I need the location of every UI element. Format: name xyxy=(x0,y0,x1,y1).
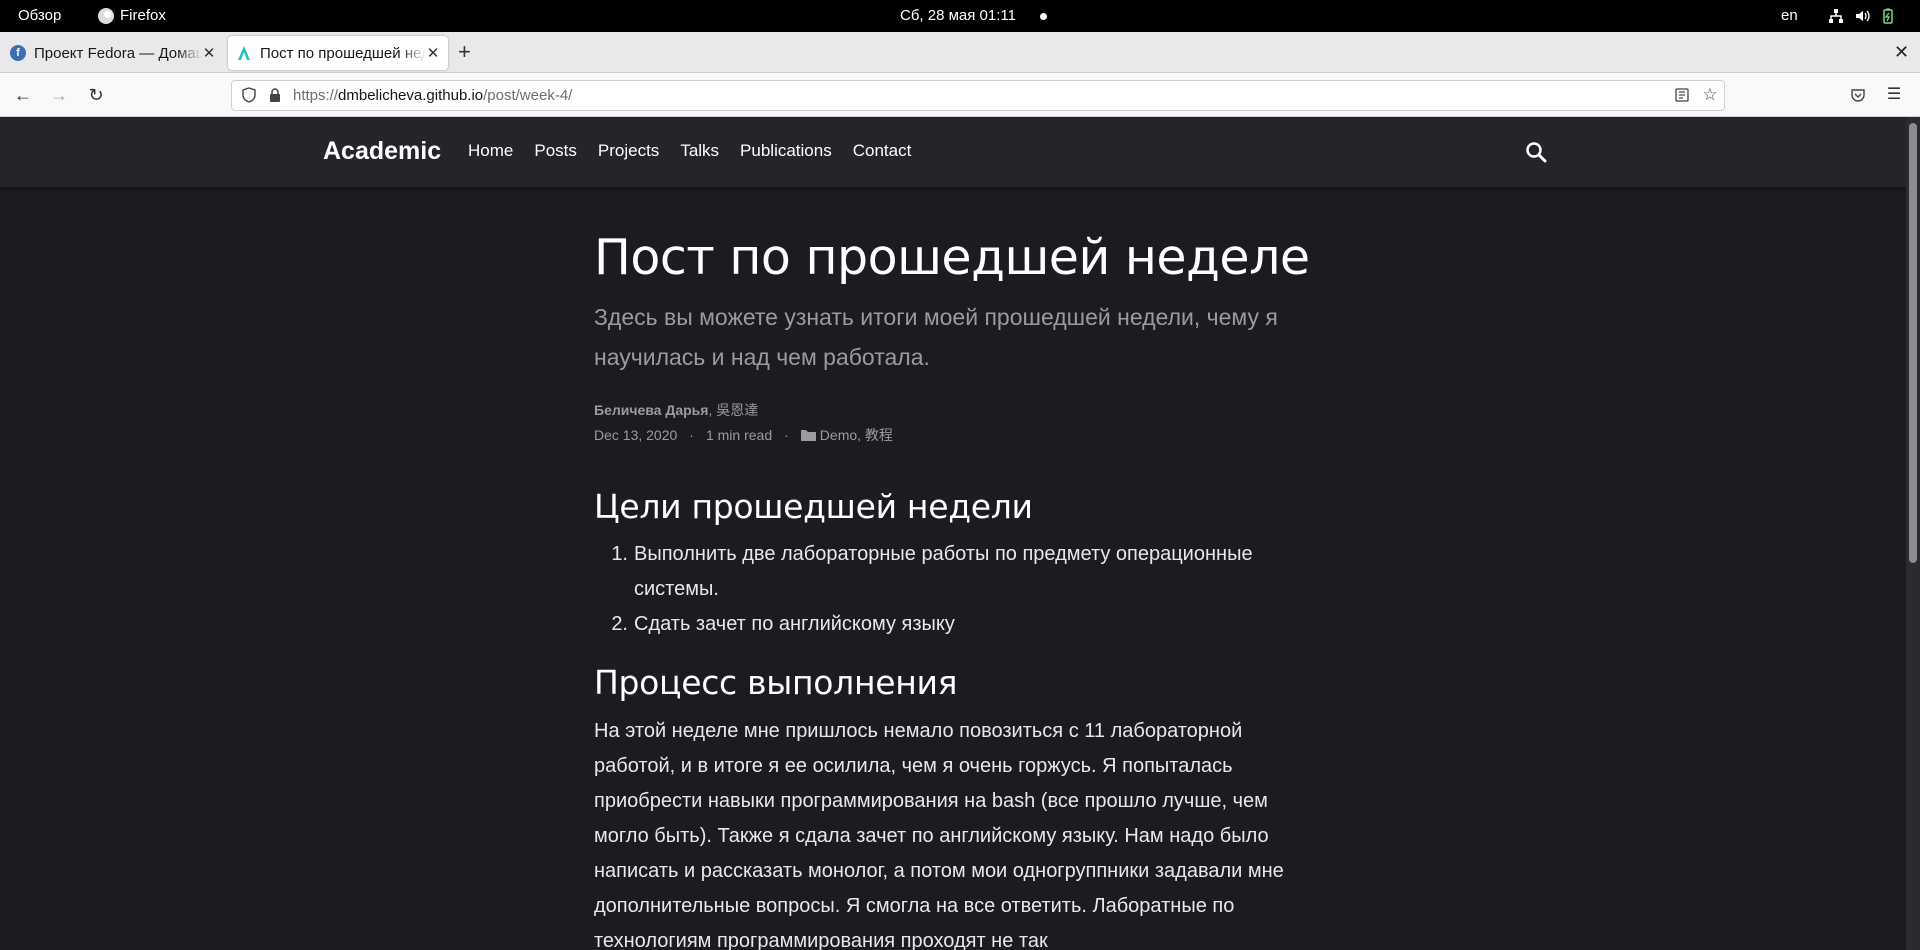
shield-icon[interactable] xyxy=(241,87,257,103)
web-page: Academic Home Posts Projects Talks Publi… xyxy=(0,117,1906,950)
site-brand[interactable]: Academic xyxy=(323,137,441,166)
author-others: , 吳恩達 xyxy=(708,402,759,418)
close-window-icon[interactable]: ✕ xyxy=(1894,42,1909,63)
bookmark-star-icon[interactable]: ☆ xyxy=(1702,86,1718,103)
list-text: Сдать зачет по английскому языку xyxy=(634,613,955,635)
list-number: 1. xyxy=(611,543,628,565)
back-arrow-icon[interactable]: ← xyxy=(11,83,35,107)
section-heading-process: Процесс выполнения xyxy=(594,663,958,702)
tab-title: Пост по прошедшей неделе xyxy=(260,44,426,62)
article-subtitle: Здесь вы можете узнать итоги моей прошед… xyxy=(594,304,1278,370)
section-heading-goals: Цели прошедшей недели xyxy=(594,487,1033,526)
activities-button[interactable]: Обзор xyxy=(18,0,61,32)
menu-item-talks[interactable]: Talks xyxy=(680,141,719,161)
fedora-icon: f xyxy=(10,45,26,61)
search-icon[interactable] xyxy=(1525,141,1547,163)
firefox-icon xyxy=(98,8,114,24)
goals-list: 1. Выполнить две лабораторные работы по … xyxy=(594,537,1324,642)
system-menu[interactable] xyxy=(1828,0,1896,32)
meta-separator: · xyxy=(784,427,789,443)
app-menu[interactable]: Firefox xyxy=(98,0,166,32)
article-date: Dec 13, 2020 xyxy=(594,427,678,443)
author-link[interactable]: Беличева Дарья xyxy=(594,402,708,418)
tab-active-post[interactable]: Пост по прошедшей неделе ✕ xyxy=(228,36,448,70)
tab-close-icon[interactable]: ✕ xyxy=(426,44,440,62)
list-item: 1. Выполнить две лабораторные работы по … xyxy=(594,537,1324,607)
menu-item-publications[interactable]: Publications xyxy=(740,141,832,161)
url-bar[interactable]: https://dmbelicheva.github.io/post/week-… xyxy=(231,80,1725,111)
site-menu: Home Posts Projects Talks Publications C… xyxy=(468,141,911,161)
category-links[interactable]: Demo, 教程 xyxy=(820,425,893,445)
tab-title: Проект Fedora — Домашняя страница xyxy=(34,44,202,62)
volume-icon xyxy=(1856,10,1870,22)
tab-fedora[interactable]: f Проект Fedora — Домашняя страница ✕ xyxy=(2,36,224,70)
reload-icon[interactable]: ↻ xyxy=(84,83,108,107)
meta-separator: · xyxy=(689,427,694,443)
app-name: Firefox xyxy=(120,7,166,24)
network-icon xyxy=(1829,9,1843,23)
page-title: Пост по прошедшей неделе xyxy=(594,229,1310,286)
clock[interactable]: Сб, 28 мая 01:11 xyxy=(900,0,1016,32)
system-top-bar: Обзор Firefox Сб, 28 мая 01:11 en xyxy=(0,0,1920,32)
notification-dot-icon xyxy=(1040,13,1047,20)
tab-close-icon[interactable]: ✕ xyxy=(202,44,216,62)
navigation-toolbar: ← → ↻ https://dmbelicheva.github.io/post… xyxy=(0,73,1920,117)
reader-view-icon[interactable] xyxy=(1674,87,1690,103)
menu-item-posts[interactable]: Posts xyxy=(534,141,577,161)
lock-icon[interactable] xyxy=(267,87,283,103)
input-language[interactable]: en xyxy=(1781,0,1798,32)
article-body-paragraph: На этой неделе мне пришлось немало повоз… xyxy=(594,720,1284,950)
battery-icon xyxy=(1883,8,1893,24)
new-tab-plus-icon[interactable]: + xyxy=(458,41,471,63)
list-text: Выполнить две лабораторные работы по пре… xyxy=(634,543,1253,600)
moon-icon[interactable] xyxy=(1563,141,1583,161)
menu-item-contact[interactable]: Contact xyxy=(853,141,912,161)
article-meta: Dec 13, 2020 · 1 min read · Demo, 教程 xyxy=(594,425,893,445)
list-number: 2. xyxy=(611,613,628,635)
folder-icon xyxy=(800,430,816,441)
page-scrollbar[interactable] xyxy=(1906,117,1920,950)
menu-item-home[interactable]: Home xyxy=(468,141,513,161)
hamburger-menu-icon[interactable]: ☰ xyxy=(1882,83,1906,107)
list-item: 2. Сдать зачет по английскому языку xyxy=(594,607,1324,642)
categories: Demo, 教程 xyxy=(800,425,893,445)
forward-arrow-icon[interactable]: → xyxy=(47,83,71,107)
scrollbar-thumb[interactable] xyxy=(1909,123,1917,563)
menu-item-projects[interactable]: Projects xyxy=(598,141,659,161)
browser-tab-strip: f Проект Fedora — Домашняя страница ✕ По… xyxy=(0,32,1920,73)
article-authors: Беличева Дарья, 吳恩達 xyxy=(594,400,758,420)
site-navbar: Academic Home Posts Projects Talks Publi… xyxy=(0,117,1906,187)
url-text[interactable]: https://dmbelicheva.github.io/post/week-… xyxy=(293,81,572,110)
academic-icon xyxy=(238,46,250,60)
pocket-icon[interactable] xyxy=(1850,87,1866,103)
read-time: 1 min read xyxy=(705,427,773,443)
